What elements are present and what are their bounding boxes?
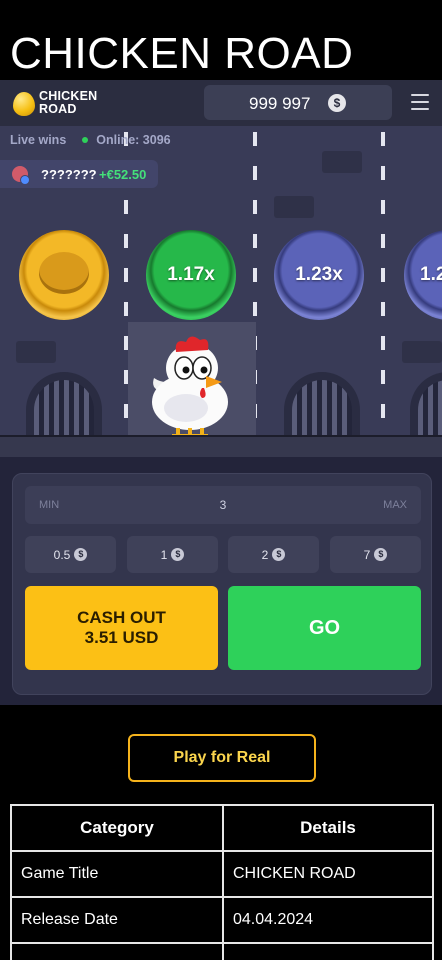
table-cell: 04.04.2024 xyxy=(222,896,434,944)
bet-panel: MIN 3 MAX 0.5 $ 1 $ 2 $ 7 $ CASH OUT 3.51 US… xyxy=(12,473,432,695)
multiplier-passed xyxy=(19,230,109,320)
table-row xyxy=(10,942,434,960)
quick-bet-button[interactable]: 2 $ xyxy=(228,536,319,573)
winner-name: ??????? xyxy=(41,167,97,182)
quick-bet-button[interactable]: 1 $ xyxy=(127,536,218,573)
go-button[interactable]: GO xyxy=(228,586,421,670)
quick-bet-value: 1 xyxy=(160,547,168,562)
table-cell xyxy=(222,942,434,960)
table-header-row: Category Details xyxy=(10,804,434,852)
table-cell: Release Date xyxy=(10,896,224,944)
game-topbar: CHICKEN ROAD 999 997 $ xyxy=(0,80,442,126)
winner-amount: +€52.50 xyxy=(99,167,147,182)
quick-bet-value: 7 xyxy=(363,547,371,562)
game-info-table: Category Details Game Title CHICKEN ROAD… xyxy=(10,804,434,960)
golden-egg-icon xyxy=(13,92,35,116)
table-row: Game Title CHICKEN ROAD xyxy=(10,850,434,898)
quick-bet-value: 2 xyxy=(261,547,269,562)
dollar-coin-icon: $ xyxy=(374,548,388,561)
roast-chicken-icon xyxy=(39,252,89,294)
lane-divider xyxy=(381,132,385,432)
play-for-real-button[interactable]: Play for Real xyxy=(128,734,316,782)
dollar-coin-icon: $ xyxy=(328,94,346,112)
multiplier-next[interactable]: 1.23x xyxy=(274,230,364,320)
table-cell xyxy=(10,942,224,960)
table-header-details: Details xyxy=(222,804,434,852)
road-area: Live wins Online: 3096 ??????? +€52.50 1.… xyxy=(0,126,442,435)
live-stats: Live wins Online: 3096 xyxy=(10,133,270,153)
live-win-entry: ??????? +€52.50 xyxy=(0,160,158,188)
cash-out-amount: 3.51 USD xyxy=(84,628,159,647)
dollar-coin-icon: $ xyxy=(74,548,88,561)
quick-bet-button[interactable]: 0.5 $ xyxy=(25,536,116,573)
sewer-grate xyxy=(410,372,442,435)
balance-display: 999 997 $ xyxy=(204,85,392,120)
cash-out-label: CASH OUT xyxy=(77,608,166,627)
bet-amount-stepper[interactable]: MIN 3 MAX xyxy=(25,486,421,524)
multiplier-current: 1.17x xyxy=(146,230,236,320)
hamburger-menu-icon[interactable] xyxy=(411,94,429,110)
online-dot-icon xyxy=(82,137,89,143)
chicken-character-icon xyxy=(152,336,228,435)
page-title: CHICKEN ROAD xyxy=(10,29,354,78)
table-cell: CHICKEN ROAD xyxy=(222,850,434,898)
multiplier-far: 1.2 xyxy=(404,230,442,320)
logo-text: CHICKEN ROAD xyxy=(39,89,98,116)
table-row: Release Date 04.04.2024 xyxy=(10,896,434,944)
max-bet-button[interactable]: MAX xyxy=(383,499,407,511)
table-header-category: Category xyxy=(10,804,224,852)
road-curb xyxy=(0,435,442,457)
dollar-coin-icon: $ xyxy=(171,548,185,561)
balance-value: 999 997 xyxy=(249,94,311,113)
live-wins-label: Live wins xyxy=(10,133,67,147)
game-frame: CHICKEN ROAD 999 997 $ Live wins Online: … xyxy=(0,80,442,705)
avatar xyxy=(12,166,30,185)
quick-bet-value: 0.5 xyxy=(53,547,71,562)
bet-amount-value[interactable]: 3 xyxy=(25,498,421,512)
sewer-grate xyxy=(284,372,360,435)
dollar-coin-icon: $ xyxy=(272,548,286,561)
game-logo: CHICKEN ROAD xyxy=(13,89,113,117)
table-cell: Game Title xyxy=(10,850,224,898)
online-count: Online: 3096 xyxy=(96,133,171,147)
sewer-grate xyxy=(26,372,102,435)
cash-out-button[interactable]: CASH OUT 3.51 USD xyxy=(25,586,218,670)
quick-bet-button[interactable]: 7 $ xyxy=(330,536,421,573)
